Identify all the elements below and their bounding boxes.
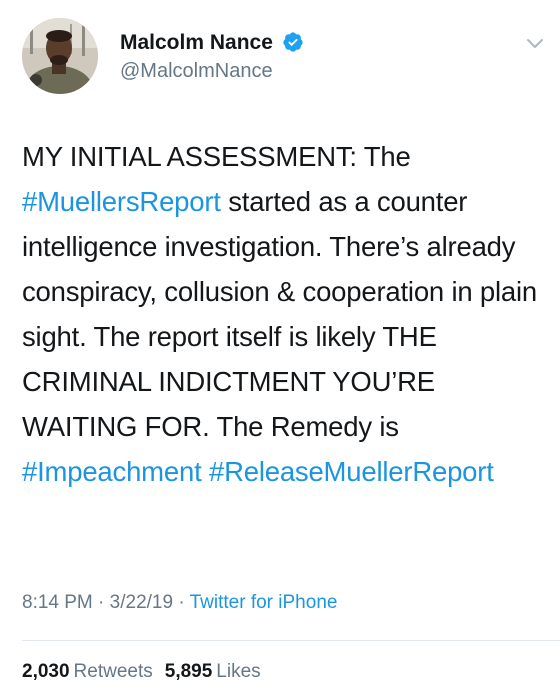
likes-stat[interactable]: 5,895 Likes [165, 661, 273, 682]
user-handle[interactable]: @MalcolmNance [120, 58, 304, 84]
tweet-source-link[interactable]: Twitter for iPhone [190, 592, 338, 613]
tweet-text-segment: MY INITIAL ASSESSMENT: The [22, 141, 411, 172]
hashtag-link[interactable]: #ReleaseMuellerReport [209, 456, 494, 487]
tweet-stats: 2,030 Retweets 5,895 Likes [22, 658, 273, 686]
meta-separator: · [92, 592, 110, 613]
author-block[interactable]: Malcolm Nance @MalcolmNance [120, 30, 304, 84]
tweet-text: MY INITIAL ASSESSMENT: The #MuellersRepo… [22, 134, 547, 494]
tweet-time[interactable]: 8:14 PM [22, 592, 93, 613]
retweets-label: Retweets [73, 661, 153, 682]
avatar-image [22, 18, 98, 94]
tweet-meta: 8:14 PM · 3/22/19 · Twitter for iPhone [22, 588, 337, 618]
tweet-text-segment [202, 456, 209, 487]
likes-count: 5,895 [164, 661, 213, 682]
tweet-date[interactable]: 3/22/19 [110, 592, 173, 613]
verified-badge-icon [282, 31, 304, 53]
chevron-down-icon[interactable] [524, 32, 546, 54]
meta-separator: · [173, 592, 190, 613]
hashtag-link[interactable]: #Impeachment [22, 456, 202, 487]
avatar[interactable] [22, 18, 98, 94]
display-name[interactable]: Malcolm Nance [120, 30, 273, 56]
divider [22, 640, 560, 641]
tweet-header: Malcolm Nance @MalcolmNance [22, 18, 543, 98]
retweets-count: 2,030 [22, 661, 70, 682]
likes-label: Likes [216, 661, 261, 682]
tweet-text-segment: started as a counter intelligence invest… [22, 186, 538, 442]
retweets-stat[interactable]: 2,030 Retweets [22, 661, 165, 682]
hashtag-link[interactable]: #MuellersReport [22, 186, 221, 217]
